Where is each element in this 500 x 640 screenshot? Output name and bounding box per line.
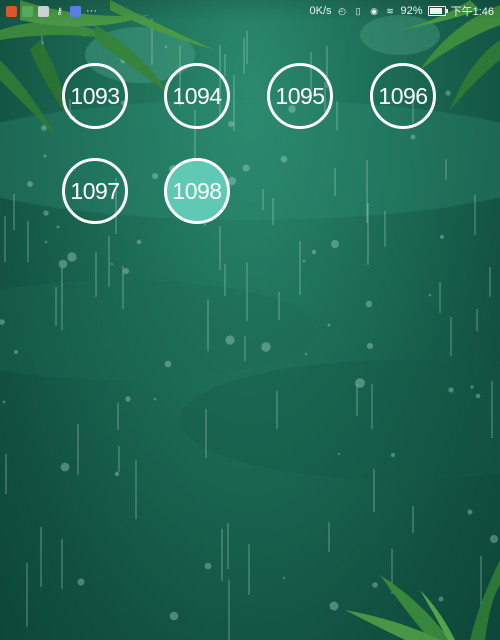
eye-comfort-icon: ◉ <box>370 5 378 16</box>
rain-droplet <box>445 90 451 96</box>
level-number: 1098 <box>172 177 222 204</box>
rain-droplet <box>44 240 48 244</box>
rain-droplet <box>125 396 131 402</box>
level-select-screen: ⚷ ··· 0K/s ◴ ▯ ◉ ≋ 92% 下午1:46 1093 1094 … <box>0 0 500 640</box>
rain-droplet <box>56 225 60 229</box>
status-bar-left: ⚷ ··· <box>6 5 97 17</box>
rain-droplet <box>440 235 444 239</box>
more-notifications-indicator: ··· <box>86 5 97 17</box>
rain-droplet <box>331 240 339 248</box>
rain-droplet <box>27 181 33 187</box>
level-number: 1097 <box>70 177 120 204</box>
rain-droplet <box>136 239 142 245</box>
bamboo-leaves-bottom-right <box>345 560 500 640</box>
battery-percent: 92% <box>400 5 423 17</box>
rain-droplet <box>13 349 19 355</box>
rain-droplet <box>58 259 68 269</box>
battery-fill <box>429 8 443 14</box>
rain-droplet <box>428 293 432 297</box>
rain-droplet <box>164 45 168 49</box>
rain-droplet <box>365 300 373 308</box>
level-button-1096[interactable]: 1096 <box>370 63 436 129</box>
rain-droplet <box>490 535 498 543</box>
rain-droplet <box>467 509 473 515</box>
rain-droplet <box>242 164 250 172</box>
level-number: 1094 <box>172 82 222 109</box>
rain-droplet <box>225 335 235 345</box>
rain-droplet <box>204 562 212 570</box>
rain-droplet <box>355 378 365 388</box>
notification-app-icon <box>22 5 33 17</box>
status-bar: ⚷ ··· 0K/s ◴ ▯ ◉ ≋ 92% 下午1:46 <box>0 0 500 22</box>
rain-droplet <box>153 397 157 401</box>
level-number: 1095 <box>275 82 325 109</box>
clock: 下午1:46 <box>450 6 494 18</box>
vibrate-icon: ▯ <box>355 5 361 16</box>
do-not-disturb-icon: ◴ <box>338 5 346 16</box>
status-bar-right: 0K/s ◴ ▯ ◉ ≋ 92% 下午1:46 <box>310 3 494 19</box>
rain-droplet <box>164 360 172 368</box>
rain-droplet <box>77 578 85 586</box>
rain-droplet <box>337 452 341 456</box>
rain-droplet <box>43 210 49 216</box>
rain-droplet <box>228 121 234 127</box>
level-button-1094[interactable]: 1094 <box>164 63 230 129</box>
notification-app-icon <box>6 5 17 17</box>
rain-droplet <box>280 155 288 163</box>
rain-droplet <box>410 134 416 140</box>
rain-droplet <box>302 259 306 263</box>
notification-app-icon <box>70 5 81 17</box>
rain-droplet <box>475 393 481 399</box>
level-button-1098-current[interactable]: 1098 <box>164 158 230 224</box>
rain-droplet <box>123 268 129 274</box>
rain-droplet <box>169 611 179 621</box>
key-icon: ⚷ <box>56 5 63 16</box>
rain-droplet <box>2 400 6 404</box>
rain-droplet <box>67 252 77 262</box>
rain-droplet <box>311 249 317 255</box>
rain-droplet <box>282 576 286 580</box>
rain-droplet <box>470 385 474 389</box>
rain-droplet <box>372 582 378 588</box>
rain-droplet <box>448 387 454 393</box>
rain-droplet <box>329 601 339 611</box>
rain-droplet <box>327 323 331 327</box>
level-button-1097[interactable]: 1097 <box>62 158 128 224</box>
rain-droplet <box>261 342 271 352</box>
rain-droplet <box>114 471 120 477</box>
rain-droplet <box>304 352 308 356</box>
rain-droplet <box>438 596 444 602</box>
battery-icon <box>427 6 448 16</box>
rain-droplet <box>366 342 374 350</box>
rain-droplet <box>390 452 396 458</box>
sd-card-icon <box>38 5 49 17</box>
network-speed: 0K/s <box>309 5 332 17</box>
rain-droplet <box>151 172 159 180</box>
wifi-icon: ≋ <box>386 5 394 16</box>
rain-droplet <box>110 262 114 266</box>
rain-droplet <box>60 462 70 472</box>
level-number: 1093 <box>70 82 120 109</box>
level-number: 1096 <box>378 82 428 109</box>
level-button-1093[interactable]: 1093 <box>62 63 128 129</box>
level-button-1095[interactable]: 1095 <box>267 63 333 129</box>
rain-droplet <box>43 154 47 158</box>
